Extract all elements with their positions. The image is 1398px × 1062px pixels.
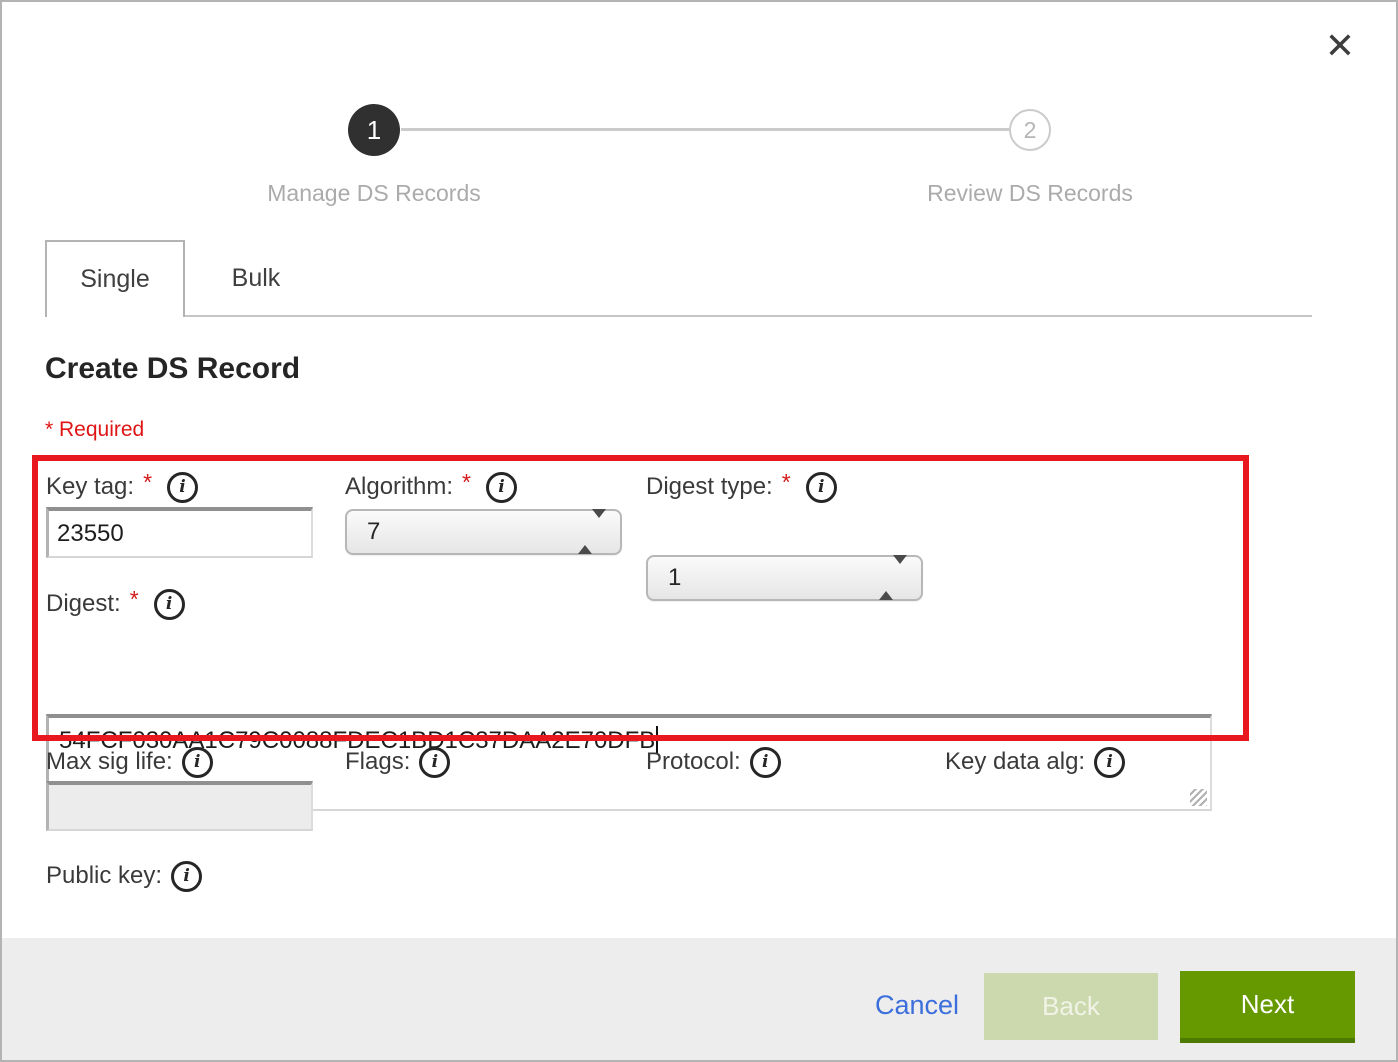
public-key-label: Public key: <box>46 862 162 890</box>
key-tag-label: Key tag: <box>46 473 134 501</box>
resize-handle-icon[interactable] <box>1190 789 1207 806</box>
stepper-connector-line <box>401 128 1009 131</box>
flags-label-row: Flags: i <box>345 746 450 778</box>
required-note: * Required <box>45 418 144 442</box>
close-icon[interactable]: ✕ <box>1318 24 1362 68</box>
max-sig-life-label: Max sig life: <box>46 748 173 776</box>
next-button[interactable]: Next <box>1180 971 1355 1043</box>
tab-single[interactable]: Single <box>45 240 185 317</box>
create-ds-record-modal: ✕ 1 2 Manage DS Records Review DS Record… <box>0 0 1398 1062</box>
info-icon[interactable]: i <box>182 747 213 778</box>
digest-type-select[interactable]: 1 <box>646 555 923 601</box>
algorithm-select[interactable]: 7 <box>345 509 622 555</box>
protocol-label-row: Protocol: i <box>646 746 781 778</box>
step-1-circle: 1 <box>348 104 400 156</box>
digest-label: Digest: <box>46 590 121 618</box>
required-asterisk: * <box>782 469 791 496</box>
info-icon[interactable]: i <box>154 589 185 620</box>
key-data-alg-label-row: Key data alg: i <box>945 746 1125 778</box>
step-2-number: 2 <box>1024 117 1037 144</box>
required-asterisk: * <box>130 586 139 613</box>
key-tag-input[interactable] <box>46 507 313 558</box>
algorithm-label-row: Algorithm: * i <box>345 471 517 503</box>
required-asterisk: * <box>462 469 471 496</box>
modal-footer: Cancel Back Next <box>2 938 1396 1060</box>
back-button[interactable]: Back <box>984 973 1158 1040</box>
step-2-circle: 2 <box>1009 109 1051 151</box>
digest-label-row: Digest: * i <box>46 588 185 620</box>
public-key-label-row: Public key: i <box>46 860 202 892</box>
protocol-label: Protocol: <box>646 748 741 776</box>
digest-type-label: Digest type: <box>646 473 773 501</box>
highlight-red-box <box>32 455 1249 741</box>
tab-single-label: Single <box>80 265 150 294</box>
flags-label: Flags: <box>345 748 410 776</box>
tab-bulk-label: Bulk <box>232 264 281 293</box>
max-sig-life-label-row: Max sig life: i <box>46 746 213 778</box>
select-stepper-arrows-icon <box>879 564 907 592</box>
required-asterisk: * <box>143 469 152 496</box>
step-1-label: Manage DS Records <box>214 180 534 207</box>
step-2-label: Review DS Records <box>870 180 1190 207</box>
digest-type-label-row: Digest type: * i <box>646 471 837 503</box>
digest-type-select-value: 1 <box>668 564 681 592</box>
cancel-button[interactable]: Cancel <box>875 990 959 1021</box>
select-stepper-arrows-icon <box>578 518 606 546</box>
info-icon[interactable]: i <box>419 747 450 778</box>
info-icon[interactable]: i <box>750 747 781 778</box>
tab-bulk[interactable]: Bulk <box>188 242 324 315</box>
max-sig-life-input[interactable] <box>46 781 313 831</box>
key-data-alg-label: Key data alg: <box>945 748 1085 776</box>
info-icon[interactable]: i <box>171 861 202 892</box>
page-title: Create DS Record <box>45 352 300 386</box>
tab-underline <box>45 315 1312 317</box>
algorithm-select-value: 7 <box>367 518 380 546</box>
info-icon[interactable]: i <box>1094 747 1125 778</box>
step-1-number: 1 <box>367 115 381 146</box>
info-icon[interactable]: i <box>806 472 837 503</box>
key-tag-label-row: Key tag: * i <box>46 471 198 503</box>
algorithm-label: Algorithm: <box>345 473 453 501</box>
info-icon[interactable]: i <box>167 472 198 503</box>
info-icon[interactable]: i <box>486 472 517 503</box>
